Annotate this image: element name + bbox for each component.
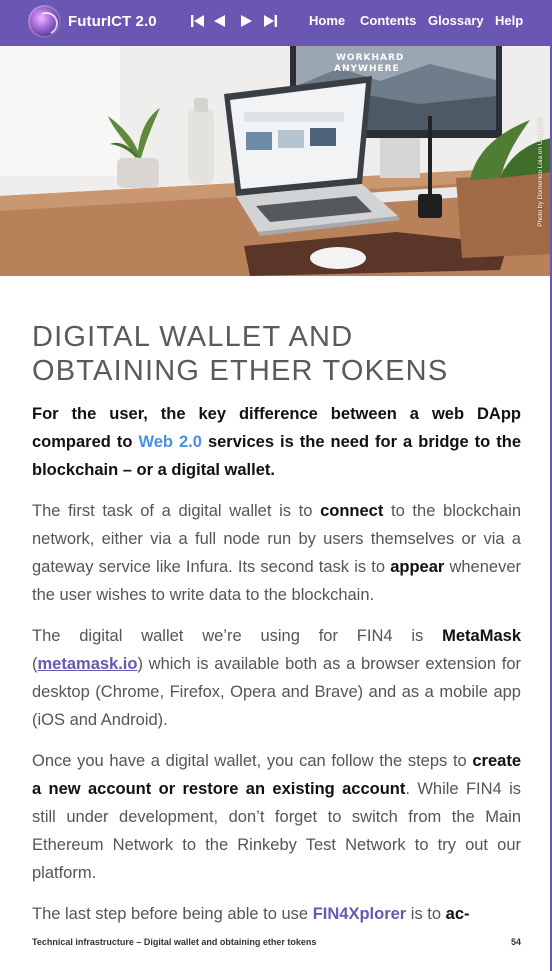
last-page-icon bbox=[264, 15, 277, 27]
monitor-text-line1: WORKHARD bbox=[336, 53, 404, 63]
p4-bold-text: ac- bbox=[445, 905, 470, 923]
first-page-button[interactable] bbox=[186, 11, 208, 31]
next-page-icon bbox=[241, 15, 252, 27]
menu-contents-link[interactable]: Contents bbox=[360, 13, 416, 28]
p4-text-1: The last step before being able to use bbox=[32, 905, 313, 923]
first-page-icon bbox=[191, 15, 204, 27]
page-number: 54 bbox=[510, 937, 521, 947]
paragraph-wallet-tasks: The first task of a digital wallet is to… bbox=[32, 497, 521, 609]
menu-home-link[interactable]: Home bbox=[309, 13, 345, 28]
p2-text-1: The digital wallet we’re using for FIN4 … bbox=[32, 627, 443, 645]
page-title: DIGITAL WALLET AND OBTAINING ETHER TOKEN… bbox=[32, 321, 449, 387]
p1-text-1: The first task of a digital wallet is to bbox=[32, 502, 321, 520]
photo-credit: Photo by Domenico Loia on Unsplash bbox=[537, 118, 544, 227]
p1-bold-appear: appear bbox=[390, 558, 445, 576]
intro-paragraph: For the user, the key difference between… bbox=[32, 400, 521, 484]
futurict-logo-icon[interactable] bbox=[28, 5, 61, 38]
previous-page-button[interactable] bbox=[208, 11, 230, 31]
monitor-text-line2: ANYWHERE bbox=[334, 64, 400, 74]
metamask-link[interactable]: metamask.io bbox=[38, 655, 138, 673]
next-page-button[interactable] bbox=[236, 11, 258, 31]
desk-workspace-illustration: WORKHARD ANYWHERE bbox=[0, 46, 552, 276]
menu-glossary-link[interactable]: Glossary bbox=[428, 13, 484, 28]
paragraph-account-steps: Once you have a digital wallet, you can … bbox=[32, 747, 521, 887]
footer-section-title: Technical infrastructure – Digital walle… bbox=[32, 937, 317, 947]
hero-image: WORKHARD ANYWHERE Photo by Domenico Loia… bbox=[0, 46, 552, 276]
app-title: FuturICT 2.0 bbox=[68, 13, 157, 30]
paragraph-last-step: The last step before being able to use F… bbox=[32, 900, 521, 928]
p1-bold-connect: connect bbox=[320, 502, 384, 520]
p2-bold-metamask: MetaMask bbox=[442, 627, 521, 645]
p4-text-2: is to bbox=[406, 905, 446, 923]
paragraph-metamask: The digital wallet we’re using for FIN4 … bbox=[32, 622, 521, 734]
web2-glossary-term[interactable]: Web 2.0 bbox=[138, 433, 201, 451]
top-navigation-bar: FuturICT 2.0 Home Contents Glossary Help bbox=[0, 0, 552, 46]
previous-page-icon bbox=[214, 15, 225, 27]
page-footer: Technical infrastructure – Digital walle… bbox=[32, 937, 521, 947]
menu-help-link[interactable]: Help bbox=[495, 13, 523, 28]
article: DIGITAL WALLET AND OBTAINING ETHER TOKEN… bbox=[32, 320, 521, 928]
fin4xplorer-glossary-term[interactable]: FIN4Xplorer bbox=[313, 905, 407, 923]
last-page-button[interactable] bbox=[260, 11, 282, 31]
p3-text-1: Once you have a digital wallet, you can … bbox=[32, 752, 473, 770]
